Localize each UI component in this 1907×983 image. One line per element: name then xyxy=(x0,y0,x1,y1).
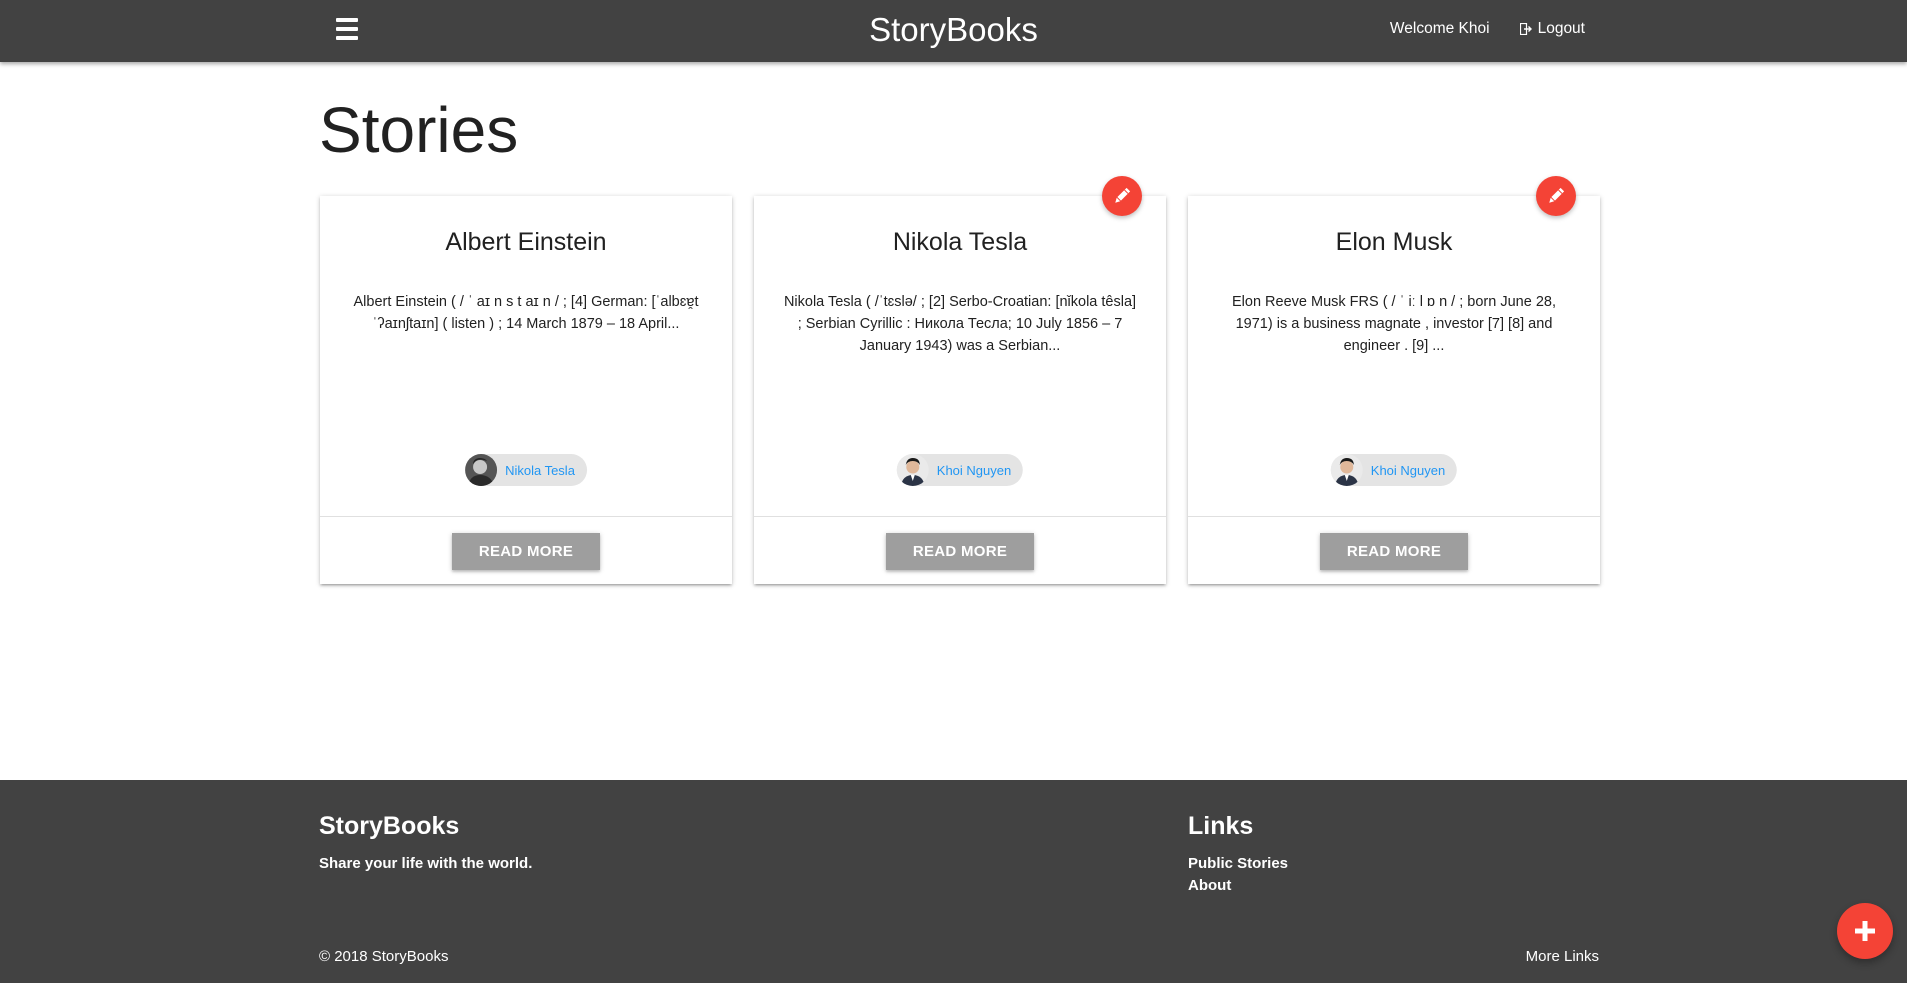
card-action: READ MORE xyxy=(754,516,1166,584)
story-card: Nikola Tesla Nikola Tesla ( /ˈtɛslə/ ; [… xyxy=(754,176,1166,584)
author-name: Khoi Nguyen xyxy=(1370,462,1446,478)
story-title: Elon Musk xyxy=(1335,228,1453,256)
edit-button[interactable] xyxy=(1536,176,1576,216)
page-title: Stories xyxy=(319,94,519,166)
story-excerpt: Albert Einstein ( / ˈ aɪ n s t aɪ n / ; … xyxy=(353,294,699,332)
avatar xyxy=(896,454,929,486)
hamburger-icon-bar xyxy=(336,36,358,40)
story-excerpt: Nikola Tesla ( /ˈtɛslə/ ; [2] Serbo-Croa… xyxy=(783,294,1137,354)
footer-links-title: Links xyxy=(1188,812,1254,840)
brand-container: StoryBooks xyxy=(0,8,1907,52)
story-card: Albert Einstein Albert Einstein ( / ˈ aɪ… xyxy=(320,196,732,584)
read-more-button[interactable]: READ MORE xyxy=(452,533,600,570)
author-chip[interactable]: Khoi Nguyen xyxy=(1330,454,1458,486)
navbar: StoryBooks Welcome Khoi Logout xyxy=(0,0,1907,62)
edit-button[interactable] xyxy=(1102,176,1142,216)
copyright: © 2018 StoryBooks xyxy=(319,948,449,965)
footer-tagline: Share your life with the world. xyxy=(319,855,533,872)
footer: StoryBooks Share your life with the worl… xyxy=(0,780,1907,983)
footer-title: StoryBooks xyxy=(319,812,460,840)
add-story-button[interactable] xyxy=(1837,903,1893,959)
pencil-icon xyxy=(1115,187,1131,203)
logout-label: Logout xyxy=(1537,20,1585,37)
hamburger-icon-bar xyxy=(336,27,358,31)
welcome-text: Welcome Khoi xyxy=(1389,20,1490,37)
story-title: Albert Einstein xyxy=(445,228,607,256)
author-name: Nikola Tesla xyxy=(505,462,575,478)
avatar xyxy=(465,454,498,486)
plus-icon xyxy=(1855,921,1875,941)
footer-link-about[interactable]: About xyxy=(1188,876,1231,896)
story-excerpt: Elon Reeve Musk FRS ( / ˈ iː l ɒ n / ; b… xyxy=(1232,294,1556,354)
author-chip[interactable]: Khoi Nguyen xyxy=(896,454,1024,486)
avatar xyxy=(1330,454,1363,486)
story-title: Nikola Tesla xyxy=(892,228,1028,256)
hamburger-icon-bar xyxy=(336,18,358,22)
brand-logo[interactable]: StoryBooks xyxy=(869,11,1038,48)
card-action: READ MORE xyxy=(320,516,732,584)
story-card: Elon Musk Elon Reeve Musk FRS ( / ˈ iː l… xyxy=(1188,176,1600,584)
pencil-icon xyxy=(1549,187,1565,203)
card-action: READ MORE xyxy=(1188,516,1600,584)
more-links[interactable]: More Links xyxy=(1526,947,1599,967)
read-more-button[interactable]: READ MORE xyxy=(886,533,1034,570)
logout-link[interactable]: Logout xyxy=(1519,20,1585,38)
read-more-button[interactable]: READ MORE xyxy=(1320,533,1468,570)
nav-right: Welcome Khoi Logout xyxy=(1390,20,1585,38)
author-name: Khoi Nguyen xyxy=(936,462,1012,478)
sign-out-icon xyxy=(1519,23,1532,35)
menu-button[interactable] xyxy=(334,18,362,44)
footer-link-public-stories[interactable]: Public Stories xyxy=(1188,854,1288,874)
author-chip[interactable]: Nikola Tesla xyxy=(465,454,587,486)
